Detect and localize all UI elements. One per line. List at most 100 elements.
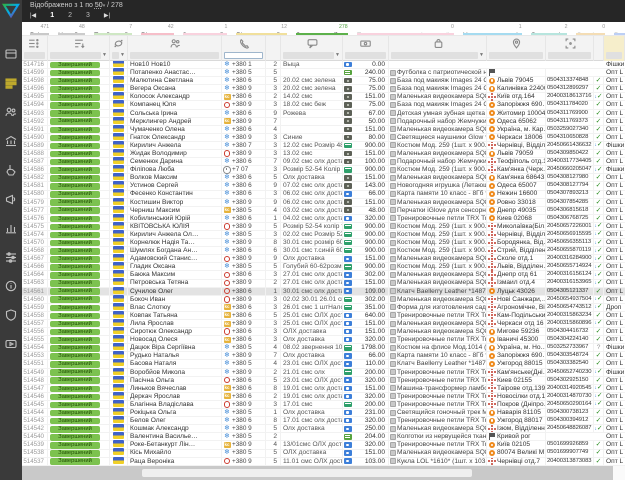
- product-cell: Подарочный набор Жемчужина…: [389, 118, 487, 125]
- tune-icon[interactable]: [5, 250, 17, 262]
- col-count-header[interactable]: [266, 36, 281, 50]
- product-cell: Костюм Мод. 259 (1шт. х 900.00…: [389, 223, 487, 230]
- col-phone-header[interactable]: [222, 36, 266, 50]
- chevron-down-icon[interactable]: ▼: [120, 52, 125, 58]
- ukraine-flag-icon: [113, 84, 124, 91]
- ukraine-flag-icon: [113, 165, 124, 172]
- col-payment-header[interactable]: [343, 36, 389, 50]
- col-id-header[interactable]: [22, 36, 48, 50]
- col-client-header[interactable]: [128, 36, 222, 50]
- phone-cell: +380 6: [222, 328, 266, 335]
- orders-list-icon[interactable]: [5, 76, 17, 88]
- page-size-dropdown[interactable]: 50: [95, 2, 103, 9]
- tab-Відправлений[interactable]: Відправлений12: [236, 22, 287, 35]
- order-amount: 1798.00: [353, 344, 388, 351]
- clients-icon[interactable]: [5, 105, 17, 117]
- chevron-down-icon[interactable]: ▼: [479, 52, 484, 58]
- tab-Нема в наявності[interactable]: Нема в наявності1: [463, 22, 522, 35]
- filter-channel-input[interactable]: [606, 52, 622, 59]
- filter-product-input[interactable]: [391, 52, 478, 59]
- filter-tracking-input[interactable]: [548, 52, 591, 59]
- ukraine-flag-icon: [113, 189, 124, 196]
- sales-channel: Опт L: [604, 336, 625, 343]
- page-number-3[interactable]: 3: [86, 12, 90, 19]
- shield-icon[interactable]: [5, 308, 17, 320]
- country-refresh-icon: [113, 38, 124, 49]
- order-id: 514554: [22, 344, 48, 351]
- customer-name: Сольська Ірина: [128, 110, 222, 117]
- tracking-number: 20400315863234: [546, 312, 594, 319]
- col-status-header[interactable]: [48, 36, 110, 50]
- tab-Самовивіз[interactable]: Самовивіз2: [531, 22, 568, 35]
- filter-payment-input[interactable]: [345, 52, 386, 59]
- last-page-button[interactable]: ▶|: [104, 12, 110, 19]
- tab-Відмова[interactable]: Відмова42: [141, 22, 174, 35]
- hand-pointer-icon[interactable]: [5, 163, 17, 175]
- carrier-up-icon: [491, 234, 493, 236]
- order-row[interactable]: 514537ЗавершенийРаца Вероніка+380 9511.0…: [22, 458, 625, 466]
- tab-Запакований[interactable]: Запакований1: [183, 22, 228, 35]
- filter-comment-input[interactable]: [283, 52, 334, 59]
- page-number-1[interactable]: 1: [50, 12, 54, 19]
- tab-Повернення товару (в дорозі)[interactable]: Повернення товару (в дорозі)0: [357, 22, 454, 35]
- status-cell: Завершений: [48, 279, 110, 287]
- filter-country-select[interactable]: [112, 52, 119, 59]
- chevron-down-icon[interactable]: ▼: [102, 52, 107, 58]
- filter-status-select[interactable]: [50, 52, 101, 59]
- col-check-header[interactable]: [594, 36, 604, 50]
- stats-icon[interactable]: [5, 221, 17, 233]
- col-tracking-header[interactable]: [546, 36, 594, 50]
- loyalty-ring-icon: [223, 401, 231, 408]
- col-comment-header[interactable]: [281, 36, 343, 50]
- filter-address-input[interactable]: [489, 52, 543, 59]
- ukraine-flag-icon: [113, 173, 124, 180]
- product-thumb-icon: [390, 264, 396, 270]
- order-id: 514591: [22, 126, 48, 133]
- megaphone-icon[interactable]: [5, 192, 17, 204]
- order-id: 514596: [22, 85, 48, 92]
- order-id: 514538: [22, 449, 48, 456]
- app-logo-icon[interactable]: [2, 3, 20, 19]
- col-product-header[interactable]: [389, 36, 487, 50]
- col-country-header[interactable]: [110, 36, 128, 50]
- loyalty-snow-icon: ❄: [223, 85, 231, 92]
- status-cell: Завершений: [48, 385, 110, 393]
- col-address-header[interactable]: [487, 36, 546, 50]
- tab-В дорозі додому[interactable]: В дорозі додому0: [614, 22, 625, 35]
- delivered-check-icon: [594, 279, 602, 286]
- tab-Сервіси[interactable]: Сервіси0: [576, 22, 605, 35]
- chevron-down-icon[interactable]: ▼: [335, 52, 340, 58]
- tab-Прийнятий[interactable]: Прийнятий7: [94, 22, 132, 35]
- product-name: Костюм Мод. 259 (1шт. х 900.00…: [397, 239, 486, 246]
- order-id: 514592: [22, 118, 48, 125]
- order-comment: 25.01 смс ОЛХ доставка: [281, 312, 343, 319]
- delivery-cell: Луцьк 43026: [487, 288, 546, 295]
- info-icon[interactable]: [5, 279, 17, 291]
- video-icon[interactable]: [5, 337, 17, 349]
- phone-number: +380 6: [232, 377, 252, 384]
- carrier-up-icon: [491, 387, 493, 389]
- filter-client-input[interactable]: [130, 52, 219, 59]
- horizontal-scrollbar[interactable]: [142, 469, 472, 477]
- check-cell: [594, 255, 604, 263]
- carrier-up-icon: [488, 282, 496, 284]
- product-name: Маленькая видеокамера SQ8 *…: [397, 126, 486, 133]
- dashboard-icon[interactable]: [5, 47, 17, 59]
- tracking-number: 0503252733967: [546, 344, 594, 351]
- filter-phone-input[interactable]: [224, 52, 263, 59]
- cash-payment-icon: [344, 175, 352, 181]
- tab-Всі[interactable]: Всі471: [30, 22, 49, 35]
- product-thumb-icon: [390, 377, 396, 383]
- bank-icon[interactable]: [5, 134, 17, 146]
- delivered-check-icon: [594, 222, 602, 229]
- order-comment: 27.01 смс олх доставка: [281, 279, 343, 286]
- product-cell: Футболка с патриотической на…: [389, 69, 487, 76]
- first-page-button[interactable]: |◀: [30, 12, 36, 19]
- tab-Новий[interactable]: Новий48: [58, 22, 85, 35]
- items-count: 3: [266, 231, 281, 238]
- page-number-2[interactable]: 2: [68, 12, 72, 19]
- col-channel-header[interactable]: [604, 36, 625, 50]
- filter-id-input[interactable]: [24, 52, 45, 59]
- product-cell: Тренировочные петли TRX Train…: [389, 369, 487, 376]
- tab-Завершений[interactable]: Завершений278: [296, 22, 348, 35]
